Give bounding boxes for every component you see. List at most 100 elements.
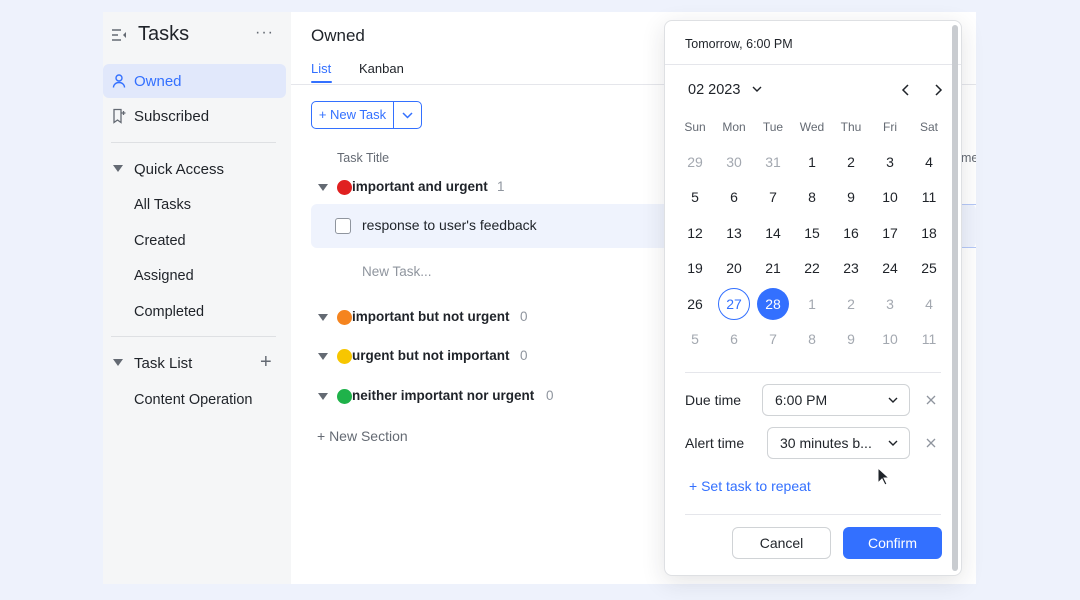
- task-checkbox[interactable]: [335, 218, 351, 234]
- new-section-button[interactable]: + New Section: [317, 428, 408, 444]
- calendar-day[interactable]: 11: [913, 323, 945, 355]
- month-selector[interactable]: 02 2023: [688, 82, 762, 98]
- calendar-day[interactable]: 7: [757, 181, 789, 213]
- more-options-icon[interactable]: ···: [255, 24, 274, 42]
- new-task-button[interactable]: + New Task: [312, 102, 394, 128]
- prev-month-icon[interactable]: [897, 81, 915, 99]
- caret-down-icon: [113, 359, 123, 366]
- calendar-day[interactable]: 5: [679, 323, 711, 355]
- confirm-button[interactable]: Confirm: [843, 527, 942, 559]
- add-task-list-icon[interactable]: +: [260, 351, 272, 374]
- section-label: neither important nor urgent: [352, 388, 535, 403]
- calendar-day[interactable]: 8: [796, 181, 828, 213]
- calendar-day[interactable]: 9: [835, 323, 867, 355]
- red-circle-icon: [337, 180, 352, 195]
- sidebar-title: Tasks: [138, 23, 190, 45]
- calendar-day[interactable]: 3: [874, 288, 906, 320]
- calendar-day[interactable]: 23: [835, 252, 867, 284]
- clear-alert-time-icon[interactable]: [925, 437, 937, 449]
- new-task-inline-input[interactable]: New Task...: [362, 264, 432, 279]
- divider: [685, 514, 941, 515]
- cancel-button[interactable]: Cancel: [732, 527, 831, 559]
- tab-list[interactable]: List: [311, 61, 331, 76]
- calendar-day[interactable]: 17: [874, 217, 906, 249]
- alert-time-select[interactable]: 30 minutes b...: [767, 427, 910, 459]
- calendar-day-selected[interactable]: 28: [757, 288, 789, 320]
- calendar-day[interactable]: 4: [913, 146, 945, 178]
- calendar-day[interactable]: 16: [835, 217, 867, 249]
- page-title: Owned: [311, 26, 365, 45]
- calendar-day[interactable]: 24: [874, 252, 906, 284]
- calendar-day[interactable]: 1: [796, 146, 828, 178]
- due-time-value: 6:00 PM: [775, 392, 828, 408]
- calendar-day-today[interactable]: 27: [718, 288, 750, 320]
- alert-time-value: 30 minutes b...: [780, 435, 872, 451]
- calendar-day[interactable]: 26: [679, 288, 711, 320]
- sidebar-item-created[interactable]: Created: [134, 233, 186, 249]
- caret-down-icon: [318, 184, 328, 191]
- divider: [111, 336, 276, 337]
- divider: [961, 247, 976, 248]
- calendar-day[interactable]: 10: [874, 181, 906, 213]
- calendar-day[interactable]: 29: [679, 146, 711, 178]
- task-list-group[interactable]: Task List +: [103, 349, 291, 379]
- calendar-day[interactable]: 21: [757, 252, 789, 284]
- calendar-day[interactable]: 2: [835, 146, 867, 178]
- calendar-day[interactable]: 10: [874, 323, 906, 355]
- tab-kanban[interactable]: Kanban: [359, 61, 404, 76]
- calendar-day[interactable]: 19: [679, 252, 711, 284]
- quick-access-group[interactable]: Quick Access: [103, 155, 291, 185]
- sidebar-item-owned[interactable]: Owned: [103, 64, 286, 98]
- calendar-day[interactable]: 7: [757, 323, 789, 355]
- calendar-day[interactable]: 22: [796, 252, 828, 284]
- clear-due-time-icon[interactable]: [925, 394, 937, 406]
- calendar-day[interactable]: 18: [913, 217, 945, 249]
- sidebar-item-assigned[interactable]: Assigned: [134, 268, 194, 284]
- sidebar-item-subscribed[interactable]: Subscribed: [103, 99, 286, 133]
- scrollbar[interactable]: [952, 25, 958, 571]
- calendar-day[interactable]: 11: [913, 181, 945, 213]
- calendar-day[interactable]: 25: [913, 252, 945, 284]
- new-task-split-button: + New Task: [311, 101, 422, 129]
- collapse-sidebar-icon[interactable]: [111, 27, 127, 43]
- selected-datetime: Tomorrow, 6:00 PM: [685, 37, 793, 51]
- weekday-label: Sun: [684, 120, 706, 134]
- calendar-day[interactable]: 13: [718, 217, 750, 249]
- calendar-day[interactable]: 12: [679, 217, 711, 249]
- chevron-down-icon: [888, 440, 898, 446]
- section-count: 0: [520, 348, 528, 363]
- calendar-day[interactable]: 8: [796, 323, 828, 355]
- sidebar: Tasks ··· Owned Subscribed Quick Access …: [103, 12, 291, 584]
- calendar-day[interactable]: 4: [913, 288, 945, 320]
- next-month-icon[interactable]: [929, 81, 947, 99]
- calendar-day[interactable]: 15: [796, 217, 828, 249]
- set-repeat-button[interactable]: + Set task to repeat: [689, 478, 811, 494]
- calendar-day[interactable]: 31: [757, 146, 789, 178]
- column-header-partial: me: [961, 151, 976, 165]
- green-circle-icon: [337, 389, 352, 404]
- calendar-day[interactable]: 3: [874, 146, 906, 178]
- due-time-select[interactable]: 6:00 PM: [762, 384, 910, 416]
- divider: [685, 372, 941, 373]
- caret-down-icon: [113, 165, 123, 172]
- sidebar-item-all-tasks[interactable]: All Tasks: [134, 197, 191, 213]
- calendar-day[interactable]: 2: [835, 288, 867, 320]
- alert-time-label: Alert time: [685, 435, 745, 451]
- calendar-day[interactable]: 1: [796, 288, 828, 320]
- calendar-day[interactable]: 20: [718, 252, 750, 284]
- calendar-day[interactable]: 14: [757, 217, 789, 249]
- month-label: 02 2023: [688, 82, 741, 98]
- calendar-day[interactable]: 6: [718, 181, 750, 213]
- chevron-down-icon[interactable]: [394, 102, 421, 128]
- sidebar-item-completed[interactable]: Completed: [134, 304, 204, 320]
- calendar-day[interactable]: 5: [679, 181, 711, 213]
- calendar-day[interactable]: 6: [718, 323, 750, 355]
- section-label: important but not urgent: [352, 309, 510, 324]
- weekday-label: Wed: [799, 120, 825, 134]
- sidebar-item-content-operation[interactable]: Content Operation: [134, 392, 253, 408]
- sidebar-item-label: Subscribed: [134, 108, 210, 125]
- column-header-task-title: Task Title: [337, 151, 390, 165]
- calendar-day[interactable]: 30: [718, 146, 750, 178]
- weekday-label: Tue: [762, 120, 784, 134]
- calendar-day[interactable]: 9: [835, 181, 867, 213]
